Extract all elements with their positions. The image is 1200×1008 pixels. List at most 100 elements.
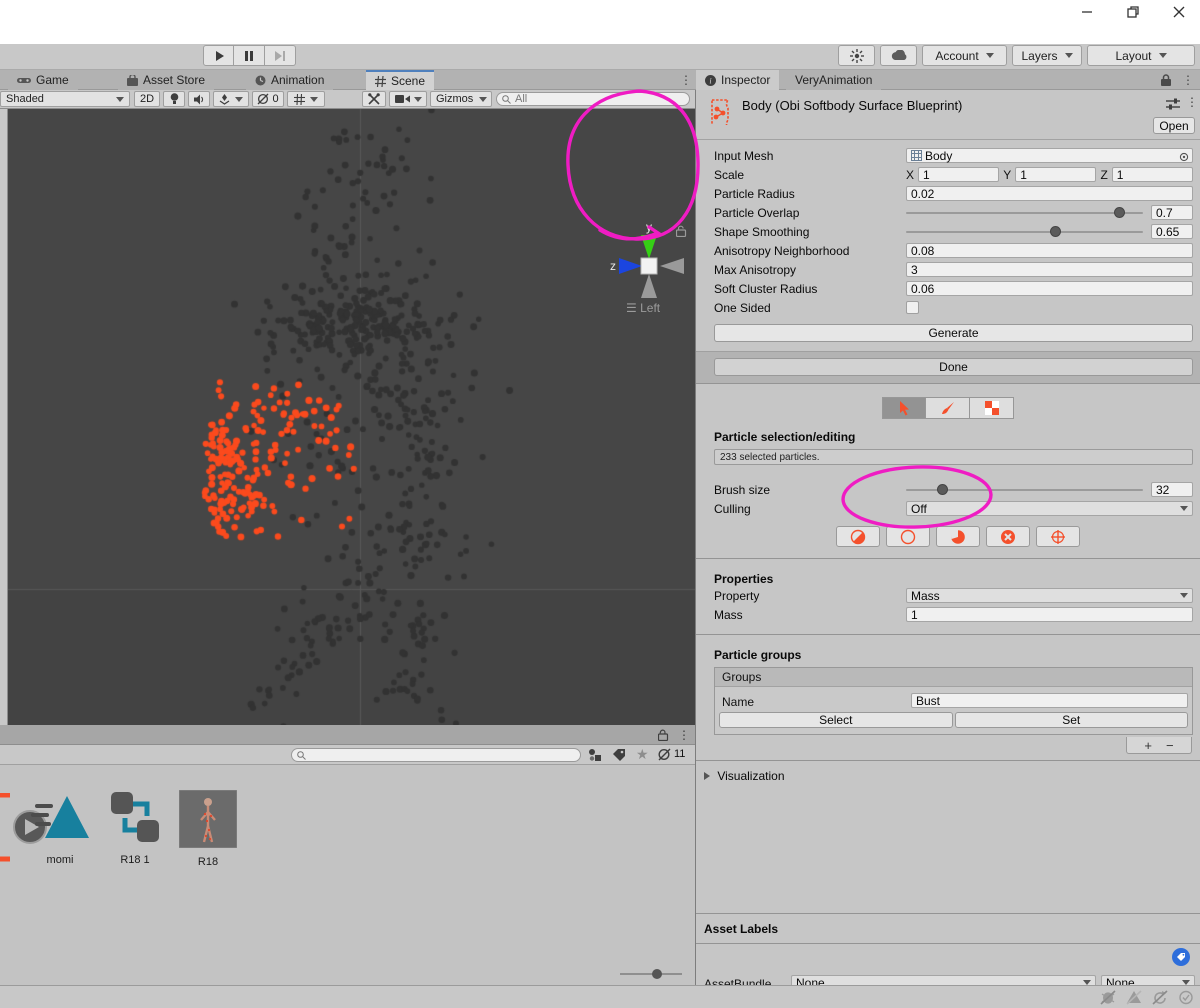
zoom-slider-handle[interactable] (652, 969, 662, 979)
console-refresh-muted-icon[interactable] (1152, 990, 1168, 1005)
cloud-collab-icon[interactable] (880, 45, 917, 66)
particle-radius-label: Particle Radius (714, 187, 795, 201)
paint-mode-button[interactable] (970, 397, 1014, 419)
group-name-field[interactable]: Bust (911, 693, 1188, 708)
project-search-input[interactable] (291, 748, 581, 762)
input-mesh-field[interactable]: Body (906, 148, 1193, 163)
open-button[interactable]: Open (1153, 117, 1195, 134)
scale-y-field[interactable]: 1 (1015, 167, 1096, 182)
particle-overlap-field[interactable]: 0.7 (1151, 205, 1193, 220)
audio-toggle[interactable] (188, 91, 210, 107)
slider-handle[interactable] (1114, 207, 1125, 218)
visualization-foldout[interactable]: Visualization (696, 761, 1200, 783)
anisotropy-neighborhood-field[interactable]: 0.08 (906, 243, 1193, 258)
project-kebab-icon[interactable]: ⋮ (678, 728, 690, 742)
generate-button[interactable]: Generate (714, 324, 1193, 342)
tools-settings-button[interactable] (362, 91, 386, 107)
slider-handle[interactable] (1050, 226, 1061, 237)
select-mode-button[interactable] (882, 397, 926, 419)
grid-visibility-dropdown[interactable] (287, 91, 325, 107)
shading-mode-dropdown[interactable]: Shaded (0, 91, 130, 107)
remove-group-button[interactable]: − (1166, 738, 1174, 753)
culling-dropdown[interactable]: Off (906, 501, 1193, 516)
asset-r18-selected[interactable]: R18 (176, 790, 240, 874)
header-kebab-icon[interactable]: ⋮ (1186, 95, 1198, 109)
console-warning-muted-icon[interactable] (1126, 990, 1142, 1005)
tab-animation[interactable]: Animation (246, 70, 333, 90)
effects-dropdown[interactable] (213, 91, 249, 107)
particle-radius-field[interactable]: 0.02 (906, 186, 1193, 201)
layers-dropdown[interactable]: Layers (1012, 45, 1082, 66)
scale-x-axis-label: X (906, 168, 914, 182)
remove-selected-button[interactable] (986, 526, 1030, 547)
tab-game[interactable]: Game (8, 70, 78, 90)
brush-size-slider[interactable] (906, 489, 1143, 491)
group-set-button[interactable]: Set (955, 712, 1189, 728)
object-picker-icon[interactable] (1179, 152, 1189, 162)
main-toolbar: Account Layers Layout (0, 44, 1200, 70)
group-select-button[interactable]: Select (719, 712, 953, 728)
max-anisotropy-field[interactable]: 3 (906, 262, 1193, 277)
groups-box: Groups Name Bust Select Set (714, 667, 1193, 735)
mass-value: 1 (911, 608, 918, 622)
restore-button[interactable] (1118, 2, 1148, 22)
particle-cloud[interactable] (8, 109, 695, 725)
soft-cluster-radius-field[interactable]: 0.06 (906, 281, 1193, 296)
unlock-icon[interactable] (658, 729, 669, 741)
scale-z-field[interactable]: 1 (1112, 167, 1193, 182)
account-dropdown[interactable]: Account (922, 45, 1007, 66)
scene-search-input[interactable]: All (496, 92, 690, 106)
add-group-button[interactable]: + (1144, 738, 1152, 753)
tab-scene[interactable]: Scene (366, 70, 434, 90)
scene-visibility-toggle[interactable]: 0 (252, 91, 284, 107)
asset-label: R18 1 (103, 854, 167, 866)
inspector-kebab-icon[interactable]: ⋮ (1182, 73, 1194, 87)
brush-mode-button[interactable] (926, 397, 970, 419)
minimize-button[interactable] (1072, 2, 1102, 22)
2d-toggle[interactable]: 2D (134, 91, 160, 107)
step-button[interactable] (265, 45, 296, 66)
label-tag-icon[interactable] (1172, 948, 1190, 966)
gizmo-view-menu[interactable]: ☰ Left (626, 301, 660, 315)
asset-momi[interactable]: momi (28, 790, 92, 874)
tab-asset-store[interactable]: Asset Store (118, 70, 214, 90)
select-all-button[interactable] (936, 526, 980, 547)
shape-smoothing-field[interactable]: 0.65 (1151, 224, 1193, 239)
brush-size-field[interactable]: 32 (1151, 482, 1193, 497)
gamepad-icon (17, 76, 31, 85)
presets-icon[interactable] (1166, 98, 1180, 110)
preview-packages-icon[interactable] (838, 45, 875, 66)
add-particles-button[interactable] (1036, 526, 1080, 547)
scene-view[interactable]: y z ☰ Left (8, 109, 695, 725)
particle-overlap-slider[interactable] (906, 212, 1143, 214)
property-dropdown[interactable]: Mass (906, 588, 1193, 603)
tab-inspector[interactable]: i Inspector (696, 70, 779, 90)
clear-selection-button[interactable] (886, 526, 930, 547)
scale-x-field[interactable]: 1 (918, 167, 999, 182)
favorites-star-icon[interactable]: ★ (636, 746, 649, 763)
play-button[interactable] (203, 45, 234, 66)
asset-r18-1[interactable]: R18 1 (103, 790, 167, 874)
shape-smoothing-slider[interactable] (906, 231, 1143, 233)
slider-handle[interactable] (937, 484, 948, 495)
search-by-type-icon[interactable] (588, 748, 602, 762)
gizmos-dropdown[interactable]: Gizmos (430, 91, 492, 107)
search-by-label-icon[interactable] (612, 748, 626, 762)
tab-veryanimation[interactable]: VeryAnimation (786, 70, 881, 90)
thumbnail-zoom-slider[interactable] (620, 973, 682, 975)
status-check-icon[interactable] (1178, 990, 1194, 1005)
layout-dropdown[interactable]: Layout (1087, 45, 1195, 66)
invert-selection-button[interactable] (836, 526, 880, 547)
close-button[interactable] (1164, 2, 1194, 22)
one-sided-checkbox[interactable] (906, 301, 919, 314)
scene-kebab-icon[interactable]: ⋮ (680, 73, 692, 87)
lighting-toggle[interactable] (163, 91, 185, 107)
console-error-muted-icon[interactable] (1100, 990, 1116, 1005)
mass-field[interactable]: 1 (906, 607, 1193, 622)
hidden-count-icon[interactable] (658, 748, 672, 761)
camera-settings-dropdown[interactable] (389, 91, 427, 107)
pause-button[interactable] (234, 45, 265, 66)
done-button[interactable]: Done (714, 358, 1193, 376)
gizmo-lock-icon[interactable] (676, 225, 687, 237)
lock-icon[interactable] (1160, 74, 1172, 87)
